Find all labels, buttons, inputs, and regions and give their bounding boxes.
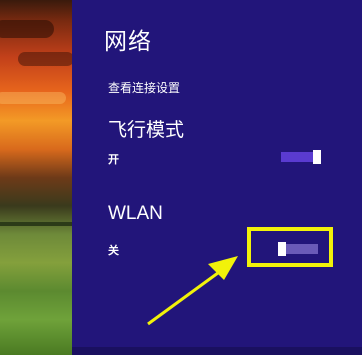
wallpaper-cloud xyxy=(0,92,66,104)
network-panel: 网络 查看连接设置 飞行模式 开 WLAN 关 xyxy=(72,0,362,355)
wlan-state: 关 xyxy=(108,244,119,257)
airplane-mode-label: 飞行模式 xyxy=(108,119,185,141)
toggle-thumb[interactable] xyxy=(313,150,321,164)
airplane-mode-state: 开 xyxy=(108,153,119,166)
panel-bottom-edge xyxy=(72,347,362,355)
wlan-label: WLAN xyxy=(108,203,163,224)
wallpaper-cloud xyxy=(18,52,74,66)
screen: 网络 查看连接设置 飞行模式 开 WLAN 关 xyxy=(0,0,362,355)
wallpaper-horizon xyxy=(0,222,72,226)
wlan-toggle-highlight-box xyxy=(247,227,333,267)
airplane-mode-toggle[interactable] xyxy=(281,150,321,164)
panel-title: 网络 xyxy=(104,29,152,55)
wallpaper-cloud xyxy=(0,20,54,38)
desktop-wallpaper xyxy=(0,0,74,355)
view-connection-settings-link[interactable]: 查看连接设置 xyxy=(108,79,180,96)
